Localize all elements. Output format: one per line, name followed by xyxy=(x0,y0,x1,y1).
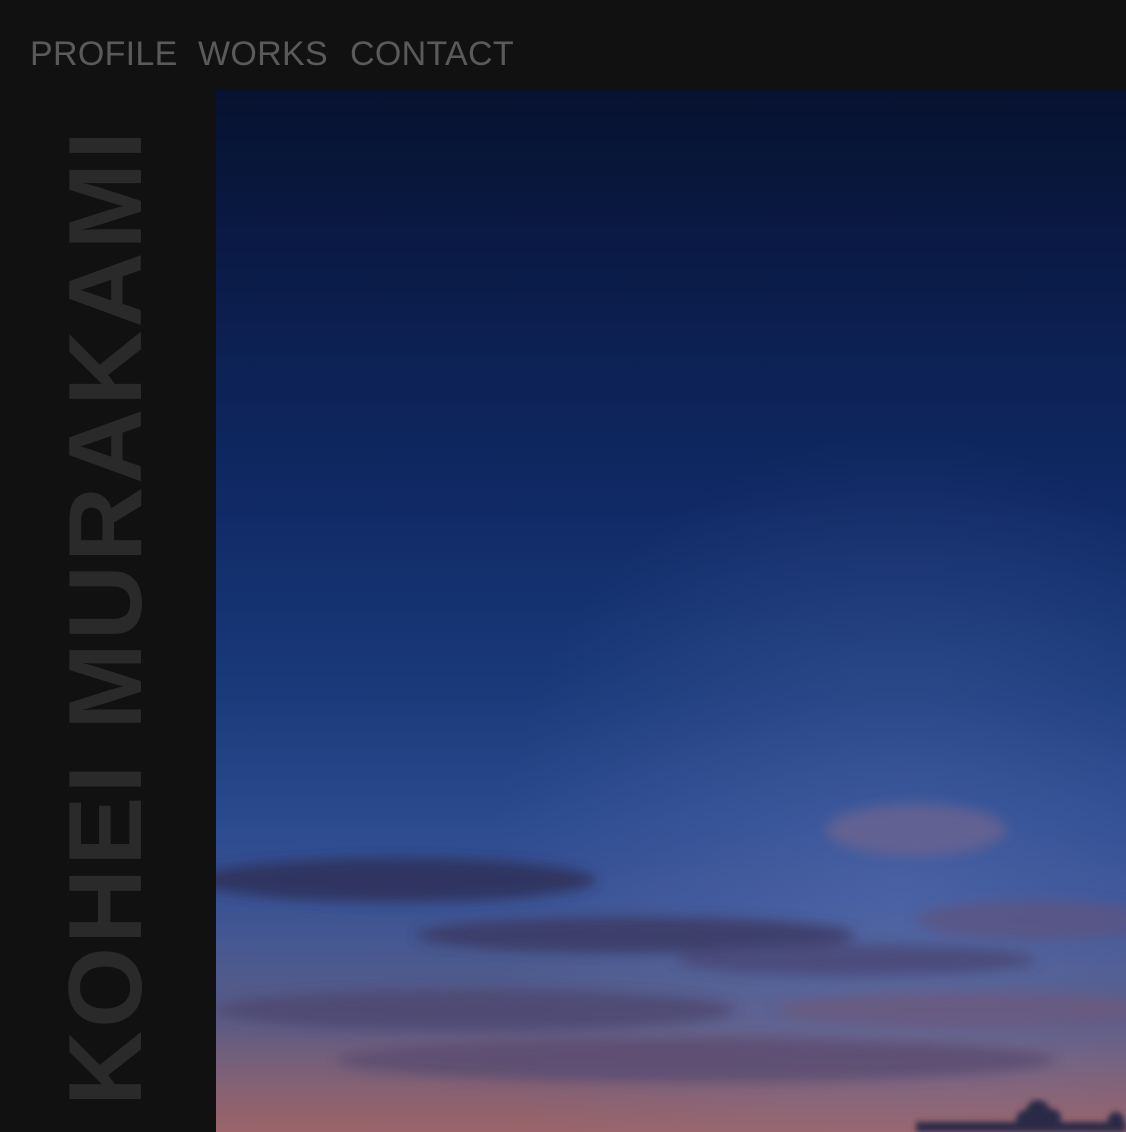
site-name-vertical: KOHEI MURAKAMI xyxy=(48,128,164,1106)
page: PROFILE WORKS CONTACT KOHEI MURAKAMI xyxy=(0,0,1126,1132)
nav-link-works[interactable]: WORKS xyxy=(198,34,328,74)
top-navigation: PROFILE WORKS CONTACT xyxy=(0,0,1126,90)
twilight-sky-illustration xyxy=(216,90,1126,1132)
nav-link-contact[interactable]: CONTACT xyxy=(350,34,514,74)
nav-link-profile[interactable]: PROFILE xyxy=(30,34,178,74)
hero-image xyxy=(216,90,1126,1132)
